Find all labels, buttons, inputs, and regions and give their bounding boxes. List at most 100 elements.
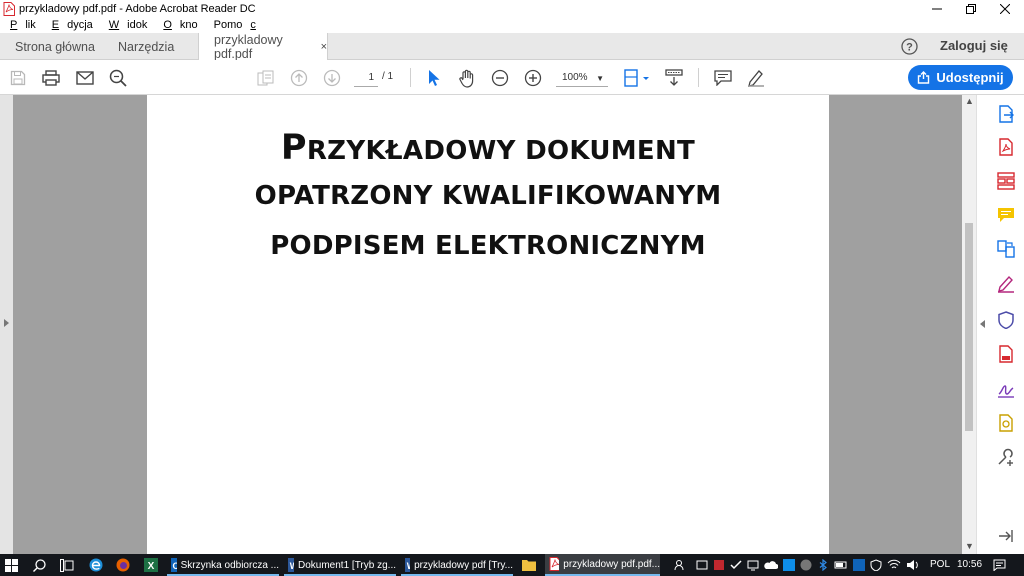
clock[interactable]: 10:56	[957, 559, 982, 570]
zoom-out-button[interactable]	[489, 67, 511, 89]
minimize-button[interactable]	[920, 0, 954, 17]
create-pdf-icon[interactable]	[997, 138, 1015, 156]
scroll-up-icon[interactable]: ▲	[965, 96, 974, 106]
collapse-tools-pane-icon[interactable]	[997, 527, 1015, 545]
volume-icon[interactable]	[906, 559, 920, 571]
close-window-button[interactable]	[988, 0, 1022, 17]
vertical-scrollbar[interactable]: ▲ ▼	[962, 95, 976, 554]
scroll-down-icon[interactable]: ▼	[965, 541, 974, 551]
onedrive-icon[interactable]	[764, 559, 778, 571]
taskbar-app-label: Skrzynka odbiorcza ...	[180, 559, 279, 571]
antivirus-icon[interactable]	[713, 559, 725, 571]
previous-page-button[interactable]	[288, 67, 310, 89]
taskbar-app-label: Dokument1 [Tryb zg...	[298, 559, 396, 571]
menu-bar: Plik Edycja Widok Okno Pomo c	[0, 17, 1024, 33]
document-title-line-3: PODPISEM ELEKTRONICZNYM	[270, 231, 706, 261]
battery-icon[interactable]	[834, 559, 848, 571]
taskbar-app-label: przykladowy pdf [Try...	[414, 559, 513, 571]
chevron-down-icon: ▼	[596, 74, 604, 83]
taskbar-app-word-2[interactable]: W przykladowy pdf [Try...	[401, 554, 513, 576]
plus-circle-icon	[524, 69, 542, 87]
select-tool-button[interactable]	[423, 67, 445, 89]
zoom-level-dropdown[interactable]: 100% ▼	[556, 70, 608, 87]
taskbar-app-acrobat[interactable]: przykladowy pdf.pdf...	[545, 554, 660, 576]
menu-window[interactable]: Okno	[158, 19, 200, 31]
cursor-arrow-icon	[429, 70, 440, 86]
word-icon: W	[288, 558, 294, 572]
draw-button[interactable]	[745, 67, 767, 89]
excel-taskbar-button[interactable]: X	[144, 554, 160, 576]
tab-tools-label: Narzędzia	[118, 39, 175, 54]
print-button[interactable]	[40, 67, 62, 89]
outlook-icon: O	[171, 558, 177, 572]
teamviewer-icon[interactable]	[783, 559, 795, 571]
display-icon[interactable]	[747, 559, 759, 571]
people-icon[interactable]	[674, 559, 686, 571]
comment-tool-icon[interactable]	[997, 206, 1015, 224]
combine-files-icon[interactable]	[997, 240, 1015, 258]
start-button[interactable]	[5, 554, 21, 576]
collapse-right-panel-icon[interactable]	[980, 320, 985, 328]
document-title-line-1: PRZYKŁADOWY DOKUMENT	[280, 128, 696, 168]
restore-button[interactable]	[954, 0, 988, 17]
menu-file[interactable]: Plik	[5, 19, 39, 31]
word-icon: W	[405, 558, 411, 572]
expand-left-panel-icon[interactable]	[4, 319, 9, 327]
network-share-icon[interactable]	[696, 559, 708, 571]
save-button[interactable]	[7, 67, 29, 89]
search-icon	[33, 558, 46, 572]
menu-view[interactable]: Widok	[104, 19, 151, 31]
wifi-icon[interactable]	[887, 559, 901, 571]
tab-close-icon[interactable]: ×	[321, 41, 327, 53]
pdf-page: PRZYKŁADOWY DOKUMENT OPATRZONY KWALIFIKO…	[147, 95, 829, 554]
edit-pdf-icon[interactable]	[997, 345, 1015, 363]
help-icon[interactable]: ?	[901, 38, 918, 55]
check-icon[interactable]	[730, 559, 742, 571]
organize-pages-icon[interactable]	[997, 172, 1015, 190]
outlook-tray-icon[interactable]	[853, 559, 865, 571]
action-center-button[interactable]	[993, 554, 1009, 576]
firefox-taskbar-button[interactable]	[116, 554, 132, 576]
input-language[interactable]: POL	[930, 559, 950, 570]
svg-text:O: O	[172, 561, 176, 571]
page-number-input[interactable]: 1	[354, 70, 378, 87]
zoom-level-value: 100%	[562, 72, 588, 83]
taskbar-app-outlook[interactable]: O Skrzynka odbiorcza ...	[167, 554, 279, 576]
hand-tool-button[interactable]	[456, 67, 478, 89]
page-thumbnails-button[interactable]	[255, 67, 277, 89]
menu-help[interactable]: Pomo c	[209, 19, 259, 31]
tab-tools[interactable]: Narzędzia	[118, 33, 174, 60]
zoom-in-button[interactable]	[522, 67, 544, 89]
edge-icon	[89, 558, 103, 572]
tab-home[interactable]: Strona główna	[15, 33, 95, 60]
protect-icon[interactable]	[997, 311, 1015, 329]
share-label: Udostępnij	[936, 70, 1004, 85]
certificates-icon[interactable]	[997, 414, 1015, 432]
taskbar-app-word-1[interactable]: W Dokument1 [Tryb zg...	[284, 554, 396, 576]
fit-page-button[interactable]	[622, 67, 652, 89]
search-button[interactable]	[33, 554, 49, 576]
email-button[interactable]	[74, 67, 96, 89]
next-page-button[interactable]	[321, 67, 343, 89]
window-title: przykladowy pdf.pdf - Adobe Acrobat Read…	[19, 2, 256, 15]
send-for-signature-icon[interactable]	[997, 380, 1015, 398]
task-view-button[interactable]	[60, 554, 76, 576]
tab-document[interactable]: przykladowy pdf.pdf ×	[198, 33, 328, 61]
file-explorer-taskbar-button[interactable]	[522, 554, 538, 576]
taskbar-app-label: przykladowy pdf.pdf...	[563, 558, 660, 570]
bluetooth-icon[interactable]	[817, 559, 829, 571]
acrobat-window: przykladowy pdf.pdf - Adobe Acrobat Read…	[0, 0, 1024, 576]
fill-sign-icon[interactable]	[997, 275, 1015, 293]
export-pdf-icon[interactable]	[997, 105, 1015, 123]
comment-button[interactable]	[712, 67, 734, 89]
menu-edit[interactable]: Edycja	[47, 19, 96, 31]
share-button[interactable]: Udostępnij	[908, 65, 1013, 90]
security-icon[interactable]	[870, 559, 882, 571]
edge-taskbar-button[interactable]	[89, 554, 105, 576]
login-link[interactable]: Zaloguj się	[940, 38, 1008, 53]
more-tools-icon[interactable]	[997, 448, 1015, 466]
app-tray-icon[interactable]	[800, 559, 812, 571]
scrollbar-thumb[interactable]	[965, 223, 973, 431]
scroll-mode-button[interactable]	[663, 67, 685, 89]
find-button[interactable]	[107, 67, 129, 89]
